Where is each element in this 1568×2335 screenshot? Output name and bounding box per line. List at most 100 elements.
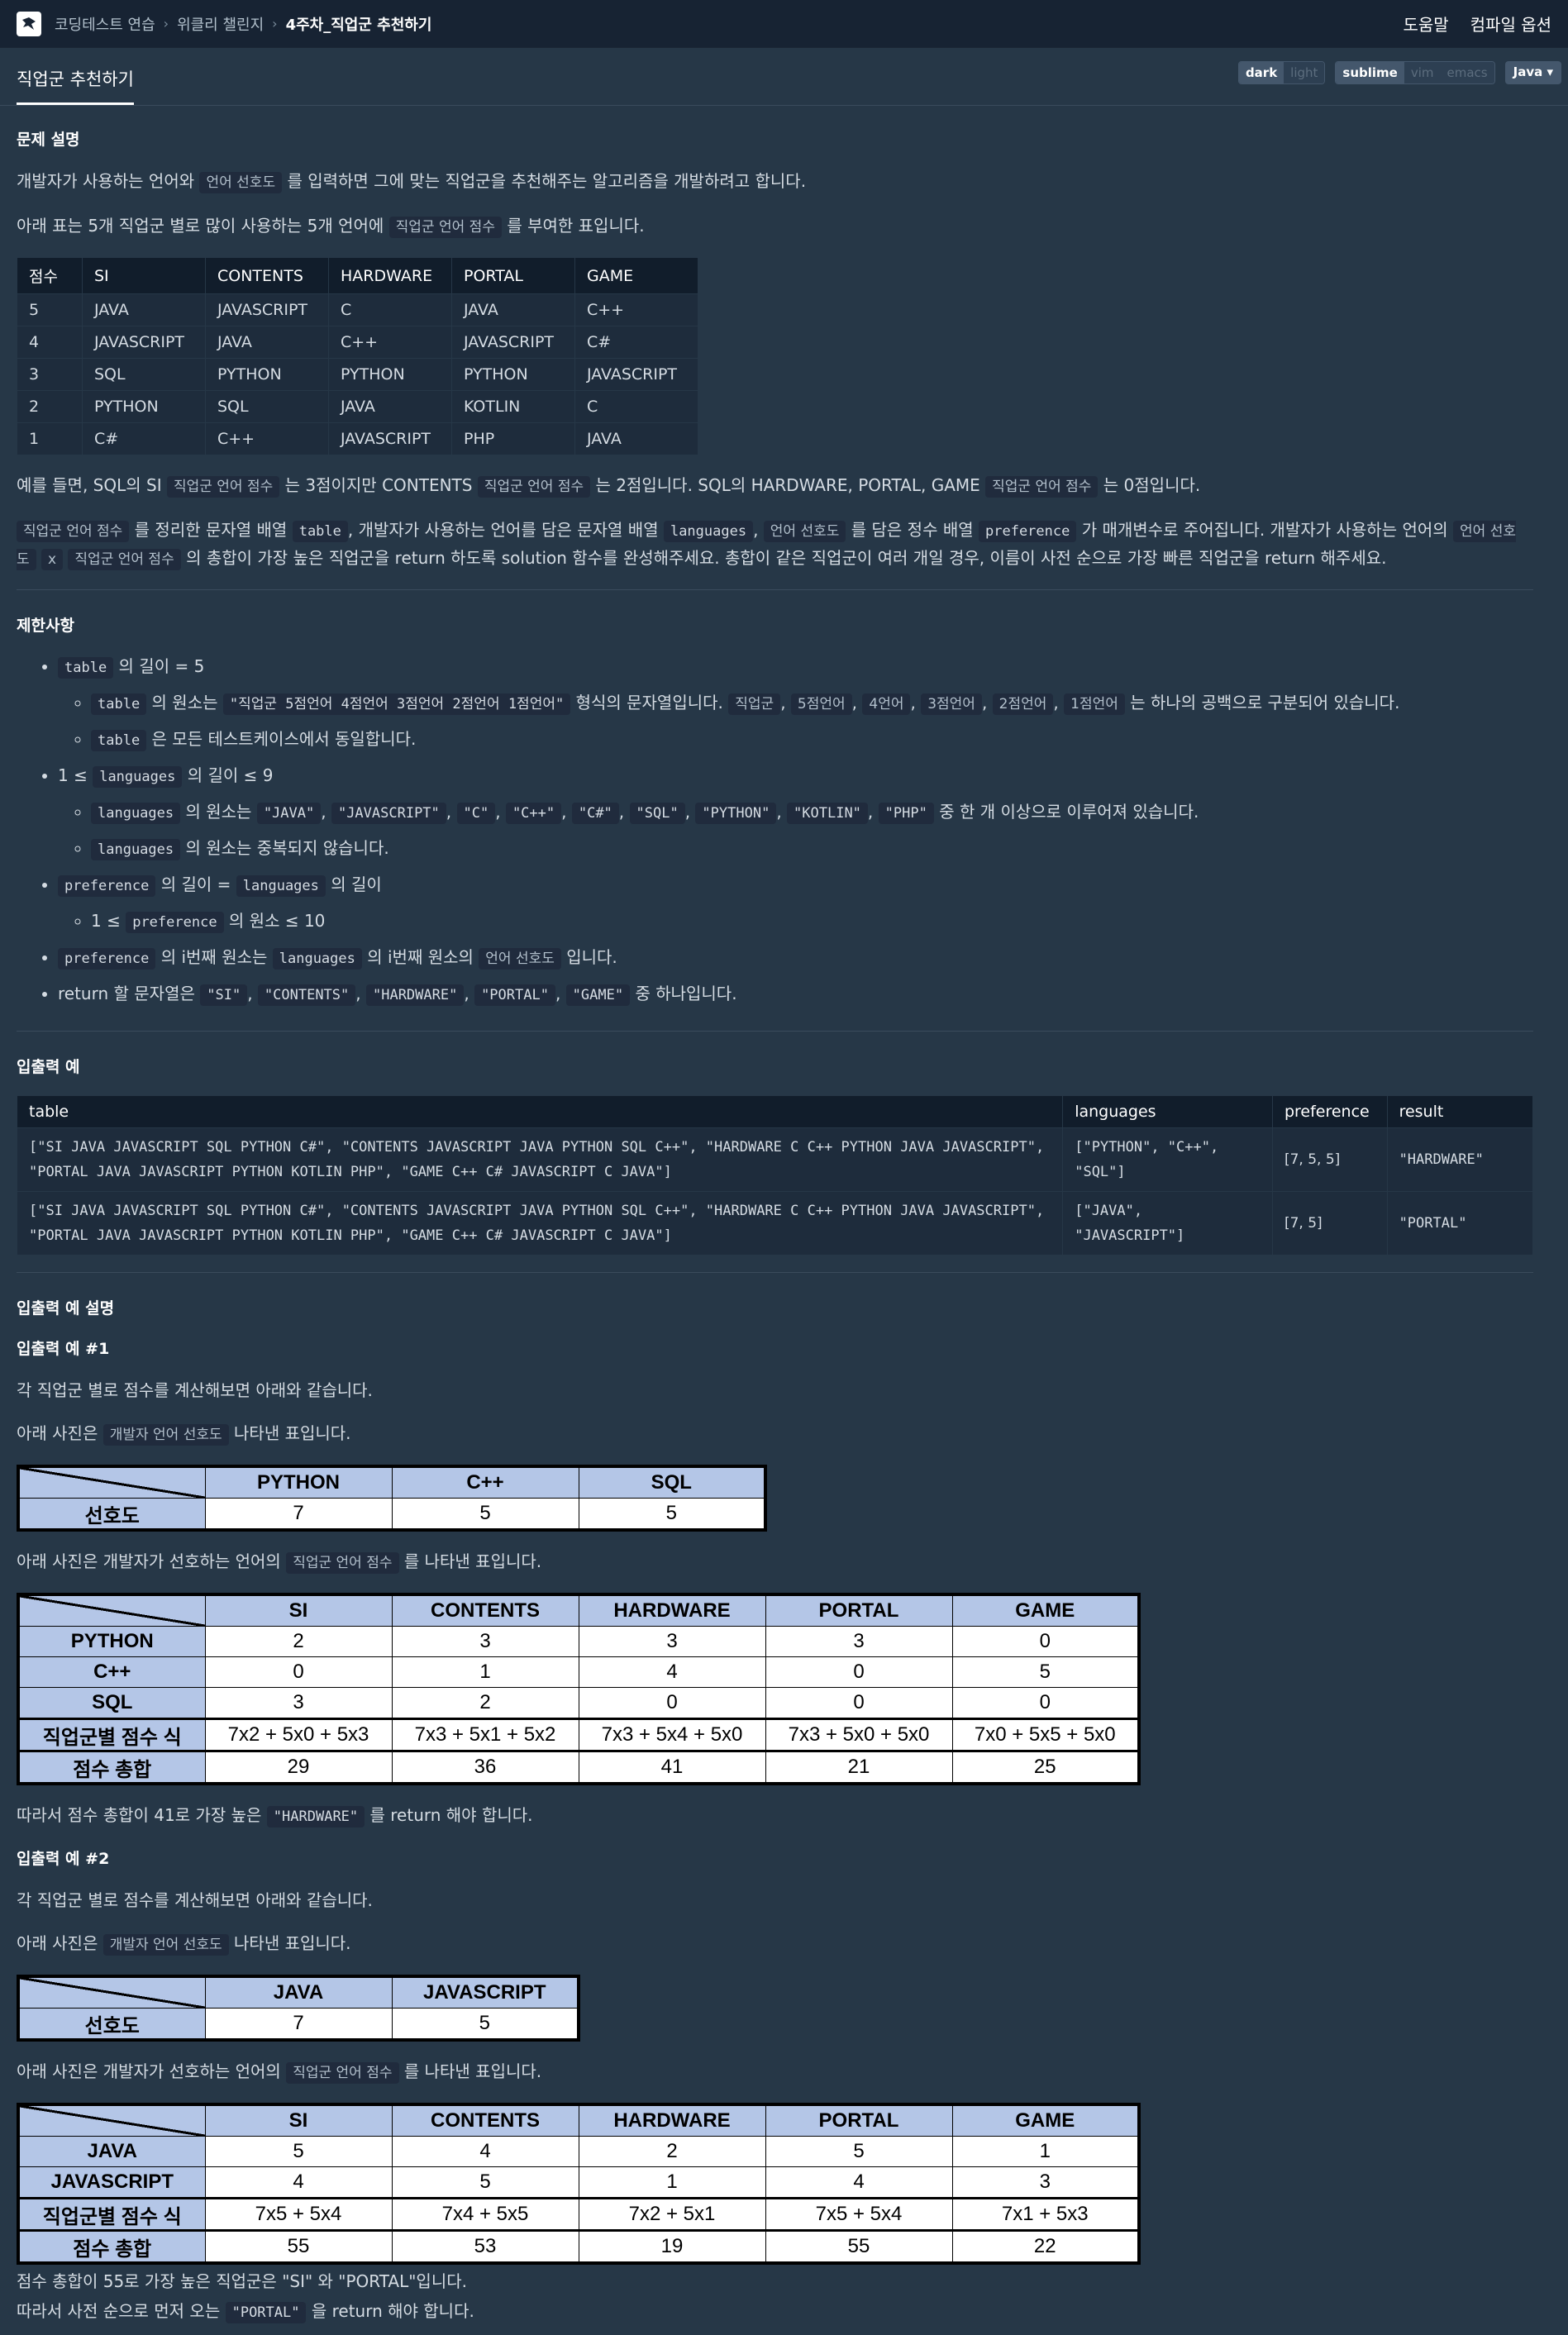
image-row-label: JAVASCRIPT [17,2166,206,2199]
score-table: 점수 SI CONTENTS HARDWARE PORTAL GAME 5 JAVA JAVAS… [17,257,698,455]
breadcrumb-item-current: 4주차_직업군 추천하기 [285,16,432,34]
language-label: Java [1513,64,1543,79]
image-header-cell: CONTENTS [391,1594,579,1627]
image-cell: 4 [765,2166,953,2199]
table-cell: 1 [17,422,83,455]
image-cell: 0 [951,1626,1140,1657]
image-header-cell: PORTAL [765,1594,953,1627]
table-cell: 3 [17,358,83,391]
table-cell: JAVA [82,293,206,326]
section-title-description: 문제 설명 [17,131,80,149]
table-row: 5 JAVA JAVASCRIPT C JAVA C++ [17,293,698,326]
image-cell: 5 [765,2136,953,2167]
table-cell: JAVA [205,326,329,359]
table-cell: C# [574,326,698,359]
image-cell: 7x4 + 5x5 [391,2197,579,2231]
io-value: ["SI JAVA JAVASCRIPT SQL PYTHON C#", "CO… [29,1203,1045,1244]
help-link[interactable]: 도움말 [1403,12,1448,36]
theme-dark-button[interactable]: dark [1238,62,1284,83]
image-row: 직업군별 점수 식 7x5 + 5x4 7x4 + 5x5 7x2 + 5x1 7x5 … [17,2197,1140,2231]
diagonal-header-cell [17,2104,206,2137]
keymap-toggle: sublime vim emacs [1335,61,1495,84]
image-cell: 0 [765,1687,953,1719]
language-select[interactable]: Java ▾ [1504,61,1561,84]
table-cell: PYTHON [328,358,452,391]
io-header-cell: table [16,1095,1064,1128]
image-row: SI CONTENTS HARDWARE PORTAL GAME [17,2104,1140,2137]
image-row: 직업군별 점수 식 7x2 + 5x0 + 5x3 7x3 + 5x1 + 5x2 7… [17,1718,1140,1751]
breadcrumb-item-practice[interactable]: 코딩테스트 연습 [55,13,155,35]
breadcrumb-item-weekly[interactable]: 위클리 챌린지 [177,13,264,35]
ex2-paragraph-5: 따라서 사전 순으로 먼저 오는 "PORTAL" 을 return 해야 합니… [17,2299,1533,2324]
io-table: table languages preference result ["SI JAVA … [16,1095,1534,1256]
tab-bar: 직업군 추천하기 dark light sublime vim emacs Ja… [0,48,1568,106]
image-cell: 3 [578,1626,766,1657]
keymap-emacs-button[interactable]: emacs [1440,62,1494,83]
image-cell: 36 [391,1750,579,1785]
image-header-cell: JAVASCRIPT [391,1975,579,2009]
image-row-label: SQL [17,1687,206,1719]
io-value: [7, 5] [1284,1215,1323,1232]
image-cell: 5 [951,1656,1140,1688]
image-cell: 21 [765,1750,953,1785]
ex2-paragraph-3: 아래 사진은 개발자가 선호하는 언어의 직업군 언어 점수 를 나타낸 표입니… [17,2058,1533,2086]
table-cell: PYTHON [451,358,575,391]
desc-paragraph-3: 예를 들면, SQL의 SI 직업군 언어 점수 는 3점이지만 CONTENT… [17,472,1533,500]
table-row: 3 SQL PYTHON PYTHON PYTHON JAVASCRIPT [17,358,698,391]
example-2-title: 입출력 예 #2 [17,1850,110,1868]
io-header-cell: preference [1271,1095,1388,1128]
image-cell: 53 [391,2229,579,2264]
image-cell: 25 [951,1750,1140,1785]
limit-subitem: table 의 원소는 "직업군 5점언어 4점언어 3점언어 2점언어 1점언… [91,690,1533,717]
theme-light-button[interactable]: light [1284,62,1325,83]
image-cell: 4 [204,2166,393,2199]
keymap-vim-button[interactable]: vim [1404,62,1441,83]
ex1-paragraph-2: 아래 사진은 개발자 언어 선호도 나타낸 표입니다. [17,1420,1533,1448]
desc-paragraph-2: 아래 표는 5개 직업군 별로 많이 사용하는 5개 언어에 직업군 언어 점수… [17,212,1533,241]
section-title-io: 입출력 예 [17,1058,80,1076]
image-row-label: C++ [17,1656,206,1688]
ex2-paragraph-2: 아래 사진은 개발자 언어 선호도 나타낸 표입니다. [17,1930,1533,1958]
image-cell: 29 [204,1750,393,1785]
image-header-cell: PORTAL [765,2104,953,2137]
limits-list: table 의 길이 = 5 table 의 원소는 "직업군 5점언어 4점언… [17,654,1533,1008]
table-cell: JAVA [451,293,575,326]
table-cell: C++ [574,293,698,326]
table-header-cell: GAME [574,257,698,294]
limit-item: preference 의 i번째 원소는 languages 의 i번째 원소의… [58,945,1533,971]
table-cell: JAVASCRIPT [451,326,575,359]
image-cell: 5 [391,2008,579,2041]
io-value: ["SI JAVA JAVASCRIPT SQL PYTHON C#", "CO… [29,1139,1045,1180]
image-cell: 5 [578,1498,766,1531]
image-cell: 0 [578,1687,766,1719]
image-cell: 5 [391,2166,579,2199]
table-cell: JAVA [574,422,698,455]
keymap-sublime-button[interactable]: sublime [1336,62,1404,83]
io-row: ["SI JAVA JAVASCRIPT SQL PYTHON C#", "CO… [16,1127,1534,1192]
image-cell: 7x5 + 5x4 [204,2197,393,2231]
image-row-label: 직업군별 점수 식 [17,2197,206,2231]
compile-options-link[interactable]: 컴파일 옵션 [1470,12,1551,36]
table-cell: KOTLIN [451,390,575,423]
image-header-cell: CONTENTS [391,2104,579,2137]
chevron-right-icon: › [163,16,169,31]
problem-content: 문제 설명 개발자가 사용하는 언어와 언어 선호도 를 입력하면 그에 맞는 … [0,106,1550,2324]
io-cell: ["PYTHON", "C++", "SQL"] [1062,1127,1273,1192]
logo-icon[interactable] [17,11,41,36]
tab-problem[interactable]: 직업군 추천하기 [17,66,134,105]
image-cell: 3 [765,1626,953,1657]
io-cell: ["JAVA", "JAVASCRIPT"] [1062,1191,1273,1256]
image-header-cell: SI [204,1594,393,1627]
io-cell: "HARDWARE" [1386,1127,1534,1192]
image-row: SI CONTENTS HARDWARE PORTAL GAME [17,1594,1140,1627]
image-cell: 2 [578,2136,766,2167]
table-header-cell: PORTAL [451,257,575,294]
ex1-paragraph-3: 아래 사진은 개발자가 선호하는 언어의 직업군 언어 점수 를 나타낸 표입니… [17,1548,1533,1576]
image-header-cell: JAVA [204,1975,393,2009]
diagonal-header-cell [17,1975,206,2009]
table-cell: 4 [17,326,83,359]
image-header-cell: GAME [951,2104,1140,2137]
image-cell: 4 [391,2136,579,2167]
image-row-label: PYTHON [17,1626,206,1657]
table-header-cell: 점수 [17,257,83,294]
